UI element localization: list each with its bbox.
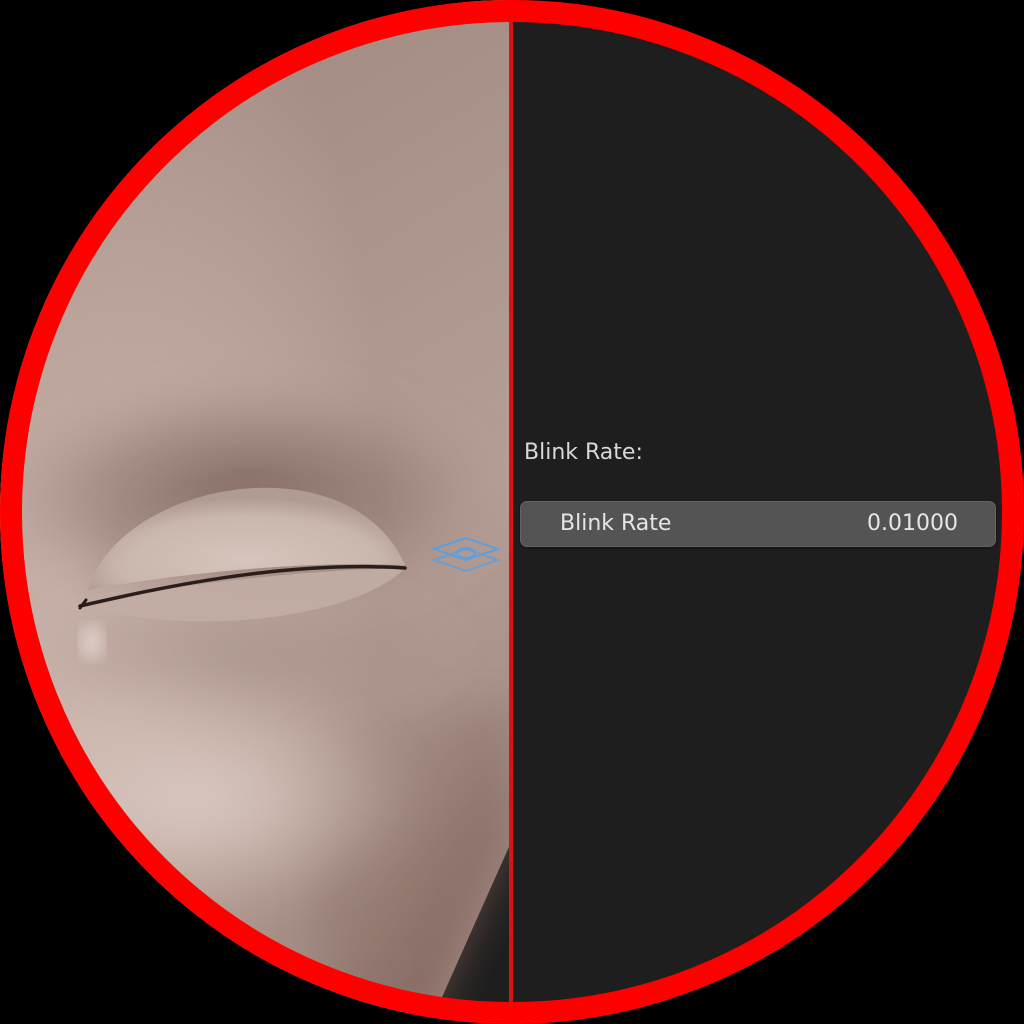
blink-rate-field-label: Blink Rate <box>560 511 672 536</box>
magnifier-page: Blink Rate: Blink Rate 0.01000 <box>0 0 1024 1024</box>
blink-rate-section-label: Blink Rate: <box>524 440 643 465</box>
blink-rate-field-value: 0.01000 <box>867 511 958 536</box>
area-divider[interactable] <box>509 0 513 1024</box>
blink-rate-field[interactable]: Blink Rate 0.01000 <box>520 501 996 547</box>
magnifier-lens: Blink Rate: Blink Rate 0.01000 <box>0 0 1024 1024</box>
